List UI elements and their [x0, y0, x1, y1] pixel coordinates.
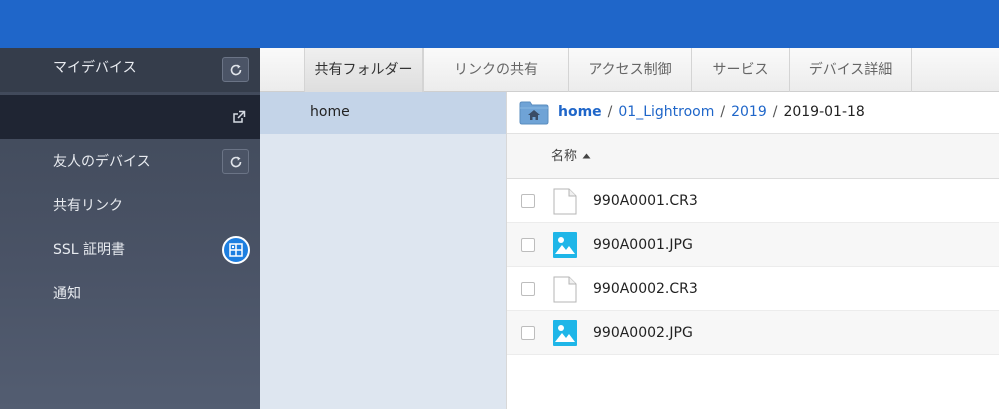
file-pane: home / 01_Lightroom / 2019 / 2019-01-18 名称 990… — [506, 92, 999, 409]
row-checkbox[interactable] — [521, 238, 535, 252]
tab-services[interactable]: サービス — [691, 48, 789, 92]
certificate-badge[interactable] — [222, 236, 250, 264]
file-name[interactable]: 990A0001.JPG — [593, 223, 693, 267]
refresh-icon — [230, 64, 242, 76]
refresh-button[interactable] — [222, 149, 249, 174]
table-row[interactable]: 990A0001.CR3 — [507, 179, 999, 223]
folder-home-icon[interactable] — [519, 100, 549, 125]
column-header-name[interactable]: 名称 — [551, 134, 577, 179]
row-checkbox[interactable] — [521, 194, 535, 208]
row-checkbox[interactable] — [521, 282, 535, 296]
row-checkbox[interactable] — [521, 326, 535, 340]
breadcrumb-separator: / — [772, 104, 778, 120]
sidebar-item-label: 共有リンク — [53, 198, 123, 214]
file-icon — [553, 188, 577, 215]
file-name[interactable]: 990A0002.CR3 — [593, 267, 698, 311]
certificate-icon — [229, 243, 243, 257]
external-link-icon[interactable] — [232, 110, 246, 124]
refresh-button[interactable] — [222, 57, 249, 82]
column-header-row: 名称 — [507, 134, 999, 179]
tab-shared-folders[interactable]: 共有フォルダー — [304, 48, 423, 92]
image-file-icon — [553, 320, 577, 346]
sidebar-item-label: マイデバイス — [53, 60, 137, 76]
sidebar-item-my-devices[interactable]: マイデバイス — [0, 48, 260, 92]
breadcrumb-trail: home / 01_Lightroom / 2019 / 2019-01-18 — [558, 92, 865, 132]
sidebar-item-friends-devices[interactable]: 友人のデバイス — [0, 140, 260, 184]
file-name[interactable]: 990A0002.JPG — [593, 311, 693, 355]
sidebar-item-label: 友人のデバイス — [53, 154, 151, 170]
folder-pane: home — [260, 92, 506, 409]
tab-access-control[interactable]: アクセス制御 — [568, 48, 691, 92]
image-file-icon — [553, 232, 577, 258]
breadcrumb-link-2019[interactable]: 2019 — [731, 104, 767, 120]
sort-ascending-icon[interactable] — [582, 153, 591, 159]
sidebar-item-notifications[interactable]: 通知 — [0, 272, 260, 316]
folder-item-home[interactable]: home — [260, 92, 506, 134]
sidebar: マイデバイス 友人のデバイス 共有リンク SSL 証明書 通知 — [0, 48, 260, 409]
sidebar-item-label: SSL 証明書 — [53, 242, 126, 258]
tab-link-sharing[interactable]: リンクの共有 — [423, 48, 568, 92]
file-icon — [553, 276, 577, 303]
breadcrumb-link-home[interactable]: home — [558, 104, 602, 120]
breadcrumb-separator: / — [607, 104, 613, 120]
breadcrumb-link-lightroom[interactable]: 01_Lightroom — [618, 104, 714, 120]
breadcrumb-separator: / — [720, 104, 726, 120]
top-header-bar — [0, 0, 999, 48]
table-row[interactable]: 990A0002.CR3 — [507, 267, 999, 311]
file-name[interactable]: 990A0001.CR3 — [593, 179, 698, 223]
tab-device-details[interactable]: デバイス詳細 — [789, 48, 912, 92]
folder-item-label: home — [310, 104, 350, 120]
table-row[interactable]: 990A0001.JPG — [507, 223, 999, 267]
sidebar-item-ssl-certificate[interactable]: SSL 証明書 — [0, 228, 260, 272]
sidebar-item-device[interactable] — [0, 95, 260, 139]
table-row[interactable]: 990A0002.JPG — [507, 311, 999, 355]
refresh-icon — [230, 156, 242, 168]
breadcrumb: home / 01_Lightroom / 2019 / 2019-01-18 — [507, 92, 999, 134]
sidebar-item-label: 通知 — [53, 286, 81, 302]
tab-bar: 共有フォルダー リンクの共有 アクセス制御 サービス デバイス詳細 — [260, 48, 999, 92]
breadcrumb-current: 2019-01-18 — [783, 104, 865, 120]
sidebar-item-shared-links[interactable]: 共有リンク — [0, 184, 260, 228]
